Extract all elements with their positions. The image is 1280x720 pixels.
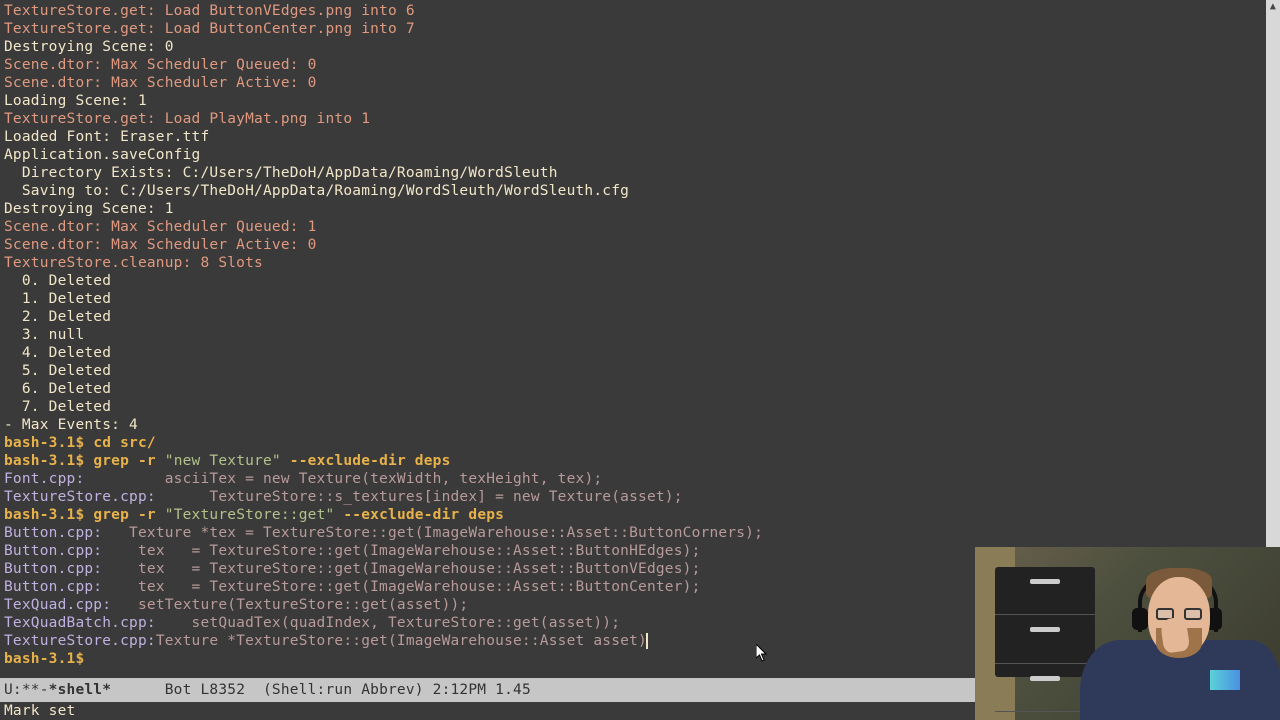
scroll-up-arrow[interactable]: ▲: [1266, 0, 1280, 14]
grep-file: TextureStore.cpp:: [4, 633, 156, 649]
log-line: 1. Deleted: [4, 290, 1276, 308]
webcam-overlay: [975, 547, 1280, 720]
log-line: 0. Deleted: [4, 272, 1276, 290]
log-line: TextureStore.get: Load PlayMat.png into …: [4, 110, 1276, 128]
log-line: TextureStore.get: Load ButtonCenter.png …: [4, 20, 1276, 38]
shell-command-quoted: "TextureStore::get": [165, 507, 335, 523]
log-line: 7. Deleted: [4, 398, 1276, 416]
log-line: Saving to: C:/Users/TheDoH/AppData/Roami…: [4, 182, 1276, 200]
log-line: Scene.dtor: Max Scheduler Queued: 1: [4, 218, 1276, 236]
grep-match: tex = TextureStore::get(ImageWarehouse::…: [102, 579, 700, 595]
shell-command: --exclude-dir deps: [281, 453, 451, 469]
log-line: - Max Events: 4: [4, 416, 1276, 434]
grep-file: Button.cpp:: [4, 525, 102, 541]
log-line: 3. null: [4, 326, 1276, 344]
grep-file: TexQuadBatch.cpp:: [4, 615, 156, 631]
modeline-status: U:**-: [4, 682, 49, 698]
log-line: 6. Deleted: [4, 380, 1276, 398]
grep-file: Button.cpp:: [4, 579, 102, 595]
grep-match: setTexture(TextureStore::get(asset));: [111, 597, 468, 613]
log-line: Destroying Scene: 1: [4, 200, 1276, 218]
shell-command-quoted: "new Texture": [165, 453, 281, 469]
log-line: 4. Deleted: [4, 344, 1276, 362]
log-line: Scene.dtor: Max Scheduler Queued: 0: [4, 56, 1276, 74]
log-line: Directory Exists: C:/Users/TheDoH/AppDat…: [4, 164, 1276, 182]
grep-file: Button.cpp:: [4, 561, 102, 577]
prompt-line: bash-3.1$ cd src/: [4, 434, 1276, 452]
grep-match: Texture *TextureStore::get(ImageWarehous…: [156, 633, 647, 649]
log-line: Destroying Scene: 0: [4, 38, 1276, 56]
log-line: TextureStore.cleanup: 8 Slots: [4, 254, 1276, 272]
grep-match: asciiTex = new Texture(texWidth, texHeig…: [84, 471, 602, 487]
grep-match: setQuadTex(quadIndex, TextureStore::get(…: [156, 615, 620, 631]
grep-file: Button.cpp:: [4, 543, 102, 559]
grep-result: TextureStore.cpp: TextureStore::s_textur…: [4, 488, 1276, 506]
prompt-line: bash-3.1$ grep -r "new Texture" --exclud…: [4, 452, 1276, 470]
log-line: Scene.dtor: Max Scheduler Active: 0: [4, 236, 1276, 254]
grep-file: TextureStore.cpp:: [4, 489, 156, 505]
grep-result: Font.cpp: asciiTex = new Texture(texWidt…: [4, 470, 1276, 488]
modeline-position: Bot L8352 (Shell:run Abbrev) 2:12PM 1.45: [111, 682, 531, 698]
grep-file: Font.cpp:: [4, 471, 84, 487]
grep-match: tex = TextureStore::get(ImageWarehouse::…: [102, 561, 700, 577]
text-cursor: [646, 633, 648, 649]
grep-match: Texture *tex = TextureStore::get(ImageWa…: [102, 525, 763, 541]
log-line: Loading Scene: 1: [4, 92, 1276, 110]
grep-result: Button.cpp: Texture *tex = TextureStore:…: [4, 524, 1276, 542]
shell-command: --exclude-dir deps: [334, 507, 504, 523]
log-line: Scene.dtor: Max Scheduler Active: 0: [4, 74, 1276, 92]
log-line: Application.saveConfig: [4, 146, 1276, 164]
grep-match: TextureStore::s_textures[index] = new Te…: [156, 489, 683, 505]
shell-command: cd src/: [93, 435, 156, 451]
shell-command: grep -r: [93, 453, 164, 469]
webcam-person: [1080, 547, 1280, 720]
log-line: Loaded Font: Eraser.ttf: [4, 128, 1276, 146]
shell-prompt: bash-3.1$: [4, 435, 93, 451]
log-line: 5. Deleted: [4, 362, 1276, 380]
grep-match: tex = TextureStore::get(ImageWarehouse::…: [102, 543, 700, 559]
shell-prompt: bash-3.1$: [4, 507, 93, 523]
grep-file: TexQuad.cpp:: [4, 597, 111, 613]
prompt-line: bash-3.1$ grep -r "TextureStore::get" --…: [4, 506, 1276, 524]
shell-prompt: bash-3.1$: [4, 651, 93, 667]
log-line: 2. Deleted: [4, 308, 1276, 326]
shell-command: grep -r: [93, 507, 164, 523]
log-line: TextureStore.get: Load ButtonVEdges.png …: [4, 2, 1276, 20]
shell-prompt: bash-3.1$: [4, 453, 93, 469]
modeline-buffer-name: *shell*: [49, 682, 112, 698]
emacs-terminal[interactable]: TextureStore.get: Load ButtonVEdges.png …: [0, 0, 1280, 720]
